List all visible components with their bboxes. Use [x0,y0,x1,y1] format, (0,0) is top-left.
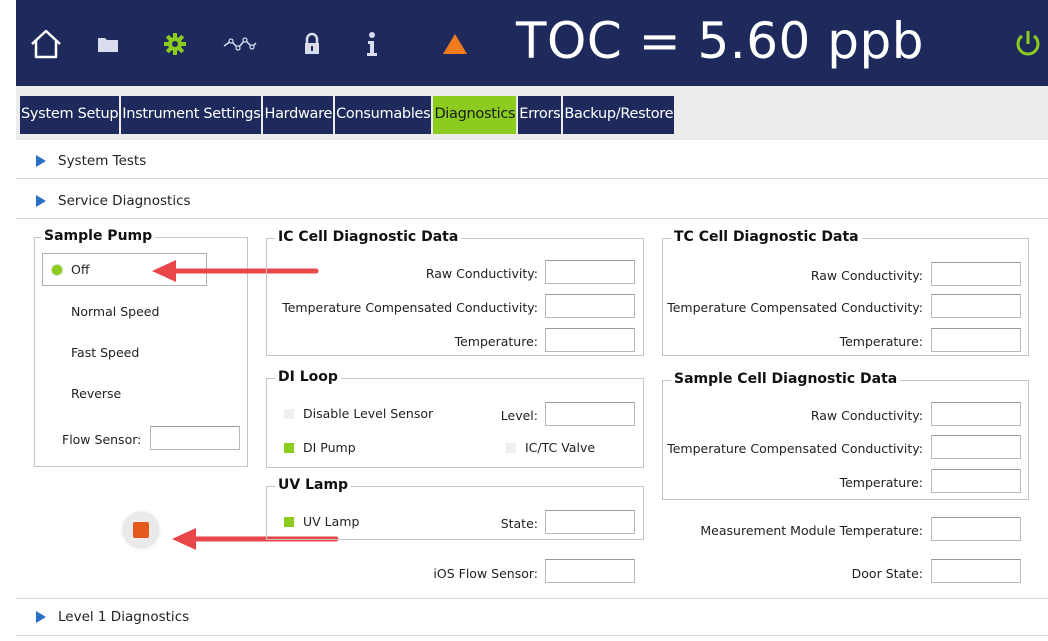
ios-flow-sensor-label: iOS Flow Sensor: [433,566,538,581]
stop-icon [133,522,149,538]
info-icon[interactable] [362,28,382,60]
ic-temp-comp-conductivity-field [545,294,635,318]
checkbox-icon [506,442,516,453]
checkbox-label: UV Lamp [303,514,360,529]
checkbox-icon [284,442,294,453]
expand-arrow-icon [36,611,46,623]
sample-temperature-field [931,469,1021,493]
toc-reading: TOC = 5.60 ppb [516,12,924,70]
tab-hardware[interactable]: Hardware [263,96,334,134]
tab-errors[interactable]: Errors [518,96,562,134]
section-system-tests[interactable]: System Tests [16,143,1048,179]
checkbox-label: IC/TC Valve [525,440,596,455]
checkbox-label: Disable Level Sensor [303,406,434,421]
section-label: Level 1 Diagnostics [58,609,190,625]
sample-temp-comp-conductivity-field [931,435,1021,459]
home-icon[interactable] [26,28,66,60]
tab-instrument-settings[interactable]: Instrument Settings [121,96,262,134]
trend-icon[interactable] [220,28,260,60]
tab-bar: System Setup Instrument Settings Hardware C… [16,86,1048,140]
group-title: DI Loop [275,369,341,385]
radio-label: Fast Speed [71,345,140,360]
radio-label: Reverse [71,386,122,401]
checkbox-icon [284,408,294,419]
tc-temp-comp-conductivity-field [931,294,1021,318]
group-title: IC Cell Diagnostic Data [275,229,462,245]
stop-button[interactable] [124,513,158,547]
folder-icon[interactable] [94,28,122,60]
door-state-field [931,559,1021,583]
door-state-label: Door State: [851,566,923,581]
ic-temperature-label: Temperature: [454,334,538,349]
top-status-bar: TOC = 5.60 ppb [16,0,1048,86]
sample-raw-conductivity-field [931,402,1021,426]
pump-off-radio[interactable]: Off [52,262,89,277]
uv-lamp-checkbox[interactable]: UV Lamp [284,514,359,529]
disable-level-sensor-checkbox[interactable]: Disable Level Sensor [284,406,433,421]
tab-diagnostics[interactable]: Diagnostics [433,96,517,134]
tab-consumables[interactable]: Consumables [335,96,432,134]
sample-raw-conductivity-label: Raw Conductivity: [810,408,923,423]
radio-dot-icon [52,264,62,275]
group-title: UV Lamp [275,477,352,493]
ictc-valve-checkbox[interactable]: IC/TC Valve [506,440,595,455]
section-label: Service Diagnostics [58,192,191,209]
group-title: Sample Pump [41,228,156,244]
tab-backup-restore[interactable]: Backup/Restore [563,96,675,134]
gear-icon[interactable] [160,28,190,60]
measurement-module-temperature-label: Measurement Module Temperature: [700,523,923,538]
expand-arrow-icon [36,154,46,167]
group-title: Sample Cell Diagnostic Data [671,371,901,387]
ic-temperature-field [545,328,635,352]
radio-dot-icon [52,389,62,399]
checkbox-icon [284,516,294,527]
pump-fast-speed-radio[interactable]: Fast Speed [52,345,139,360]
ic-raw-conductivity-field [545,260,635,284]
level-label: Level: [500,408,538,423]
checkbox-label: DI Pump [303,440,356,455]
lock-icon[interactable] [300,28,324,60]
tc-temperature-label: Temperature: [839,334,923,349]
uv-state-field [545,510,635,534]
tc-raw-conductivity-label: Raw Conductivity: [810,268,923,283]
radio-label: Normal Speed [71,304,160,319]
radio-label: Off [71,262,90,277]
pump-normal-speed-radio[interactable]: Normal Speed [52,304,159,319]
section-level1-diagnostics[interactable]: Level 1 Diagnostics [16,598,1048,636]
section-label: System Tests [58,152,147,169]
tab-system-setup[interactable]: System Setup [20,96,120,134]
expand-arrow-icon [36,194,46,207]
di-pump-checkbox[interactable]: DI Pump [284,440,356,455]
ios-flow-sensor-field [545,559,635,583]
tc-temperature-field [931,328,1021,352]
radio-dot-icon [52,307,62,317]
radio-dot-icon [52,348,62,358]
pump-reverse-radio[interactable]: Reverse [52,386,121,401]
uv-state-label: State: [500,516,538,531]
ic-temp-comp-conductivity-label: Temperature Compensated Conductivity: [282,300,538,315]
section-service-diagnostics[interactable]: Service Diagnostics [16,183,1048,219]
tc-temp-comp-conductivity-label: Temperature Compensated Conductivity: [667,300,923,315]
flow-sensor-field [150,426,240,450]
flow-sensor-label: Flow Sensor: [62,432,142,447]
sample-temp-comp-conductivity-label: Temperature Compensated Conductivity: [667,441,923,456]
ic-raw-conductivity-label: Raw Conductivity: [425,266,538,281]
sample-temperature-label: Temperature: [839,475,923,490]
measurement-module-temperature-field [931,517,1021,541]
group-title: TC Cell Diagnostic Data [671,229,862,245]
level-field [545,402,635,426]
power-icon[interactable] [1012,28,1044,60]
warning-icon[interactable] [440,28,470,60]
tc-raw-conductivity-field [931,262,1021,286]
